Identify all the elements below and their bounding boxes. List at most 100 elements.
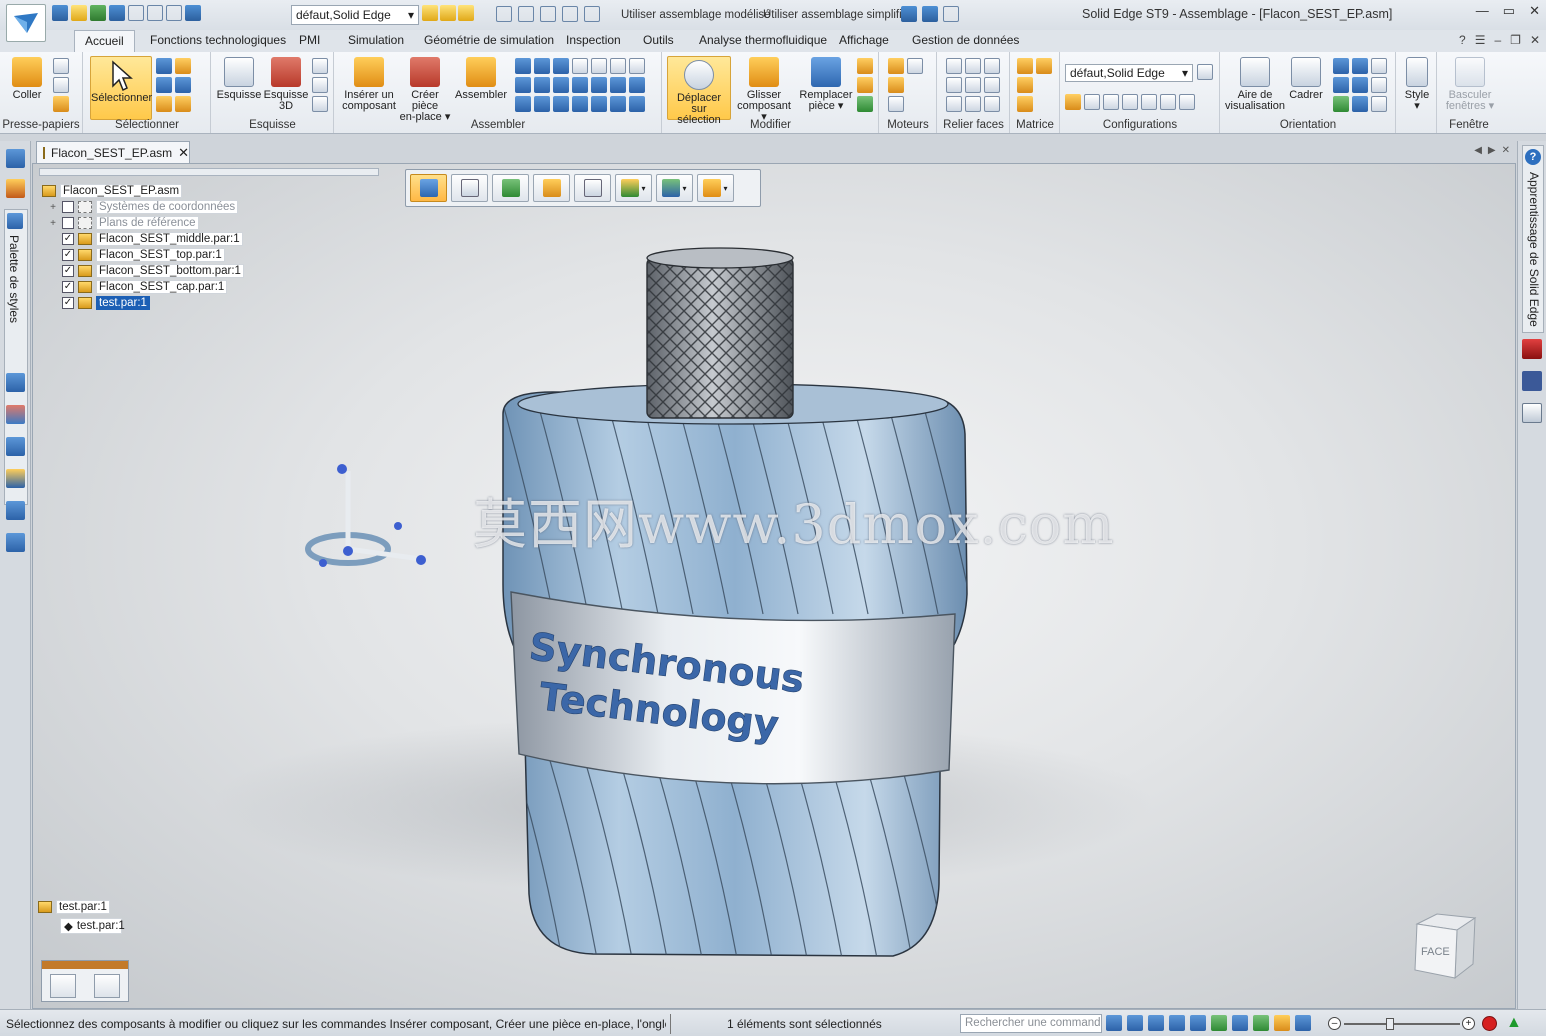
doc-close-icon[interactable]: ✕ [1530,33,1540,47]
config-icon-4[interactable] [1122,94,1138,110]
paste-special-icon[interactable] [53,96,69,112]
motor-icon[interactable] [888,58,904,74]
move-on-selection-button[interactable]: Déplacer sur sélection [667,56,731,126]
cut-icon[interactable] [53,58,69,74]
relation-mate-icon[interactable] [515,58,531,74]
shaded-view-icon[interactable] [1253,1015,1269,1031]
view-style-icon[interactable] [1274,1015,1290,1031]
replace-part-button[interactable]: Remplacer pièce ▾ [797,54,855,112]
relation-more-icon[interactable] [629,96,645,112]
paste-button[interactable]: Coller [6,54,48,101]
graphics-viewport[interactable]: Flacon_SEST_EP.asm + Systèmes de coordon… [32,163,1516,1009]
redo-icon[interactable] [147,5,163,21]
mini-tool-grip[interactable] [42,961,128,969]
config-icon-6[interactable] [1160,94,1176,110]
print-icon[interactable] [90,5,106,21]
quick-tool-icon-2[interactable] [922,6,938,22]
relation-angle-icon[interactable] [610,58,626,74]
zoom-status-icon[interactable] [1148,1015,1164,1031]
feature-library-icon[interactable] [6,373,25,392]
new-file-icon[interactable] [52,5,68,21]
fit-button[interactable]: Cadrer [1285,54,1327,101]
use-simplified-assembly[interactable]: Utiliser assemblage simplifié [763,9,908,21]
mini-tool-button-2[interactable] [94,974,120,998]
steering-origin[interactable] [343,546,353,556]
filter-icon-2[interactable] [518,6,534,22]
config-icon-2[interactable] [1084,94,1100,110]
doc-minimize-icon[interactable]: – [1494,33,1501,47]
zoom-in-icon[interactable]: + [1462,1017,1475,1030]
style-button[interactable]: Style ▾ [1399,54,1435,112]
config-icon-7[interactable] [1179,94,1195,110]
zoom-slider[interactable]: – + [1328,1016,1476,1032]
fit-status-icon[interactable] [1169,1015,1185,1031]
relation-axial-icon[interactable] [515,96,531,112]
face-aligned-icon[interactable] [984,96,1000,112]
pathfinder-toggle-icon[interactable] [166,5,182,21]
pan-status-icon[interactable] [1190,1015,1206,1031]
undo-icon[interactable] [128,5,144,21]
view-area-button[interactable]: Aire de visualisation [1225,54,1285,112]
named-views-status-icon[interactable] [1295,1015,1311,1031]
tab-simulation[interactable]: Simulation [342,33,410,47]
up-arrow-icon[interactable]: ▲ [1506,1014,1522,1032]
face-coaxial-icon[interactable] [984,77,1000,93]
switch-windows-button[interactable]: Basculer fenêtres ▾ [1442,54,1498,112]
facebook-icon[interactable] [1522,371,1542,391]
theme-select[interactable]: défaut,Solid Edge ▾ [291,5,419,25]
help-icon[interactable]: ? [1459,33,1466,47]
pathfinder-panel-icon[interactable] [6,149,25,168]
modify-tool-icon-2[interactable] [857,77,873,93]
named-view-icon[interactable] [1333,96,1349,112]
filter-icon-4[interactable] [562,6,578,22]
spin-icon[interactable] [1352,77,1368,93]
config-save-icon[interactable] [1197,64,1213,80]
style-palette-panel[interactable]: Palette de styles [4,209,28,505]
rotate-icon[interactable] [1352,58,1368,74]
insert-component-button[interactable]: Insérer un composant [339,54,399,112]
assemble-button[interactable]: Assembler [455,54,507,101]
steering-handle-rotate[interactable] [394,522,402,530]
assembly-icon-1[interactable] [422,5,438,21]
relation-match-icon[interactable] [629,77,645,93]
drag-component-button[interactable]: Glisser composant ▾ [733,54,795,123]
customize-qat-icon[interactable] [943,6,959,22]
select-filter-icon[interactable] [156,58,172,74]
command-finder-arrow-icon[interactable] [1106,1015,1122,1031]
pattern-mirror-icon[interactable] [1017,77,1033,93]
create-part-in-place-button[interactable]: Créer pièce en-place ▾ [397,54,453,123]
face-concentric-icon[interactable] [965,58,981,74]
view-icon-3[interactable] [1371,96,1387,112]
feedback-icon[interactable] [1522,403,1542,423]
assembly-icon-2[interactable] [440,5,456,21]
sketch-tool-icon-1[interactable] [312,58,328,74]
copy-icon[interactable] [53,77,69,93]
tab-outils[interactable]: Outils [637,33,680,47]
zoom-icon[interactable] [1333,58,1349,74]
mini-tool-button-1[interactable] [50,974,76,998]
tab-inspection[interactable]: Inspection [560,33,627,47]
select-box-icon[interactable] [156,77,172,93]
select-all-icon[interactable] [175,58,191,74]
zoom-out-icon[interactable]: – [1328,1017,1341,1030]
stop-icon[interactable] [1482,1016,1497,1031]
tab-scroll-right-icon[interactable]: ▶ [1488,145,1496,156]
learning-panel[interactable]: ? Apprentissage de Solid Edge [1522,145,1544,333]
close-document-icon[interactable]: ✕ [178,145,189,161]
view-cube[interactable]: FACE [1409,908,1489,988]
pattern-icon[interactable] [1017,58,1033,74]
rotate-status-icon[interactable] [1211,1015,1227,1031]
application-button[interactable] [6,4,46,42]
sketch-3d-button[interactable]: Esquisse 3D [262,54,310,112]
family-parts-icon[interactable] [6,469,25,488]
tab-pmi[interactable]: PMI [293,33,326,47]
tab-analyse-thermofluidique[interactable]: Analyse thermofluidique [693,33,833,47]
filter-icon-5[interactable] [584,6,600,22]
tab-affichage[interactable]: Affichage [833,33,895,47]
sketch-tool-icon-3[interactable] [312,96,328,112]
filter-icon-1[interactable] [496,6,512,22]
variable-table-icon[interactable] [6,533,25,552]
pan-icon[interactable] [1333,77,1349,93]
relation-cam-icon[interactable] [515,77,531,93]
open-file-icon[interactable] [71,5,87,21]
